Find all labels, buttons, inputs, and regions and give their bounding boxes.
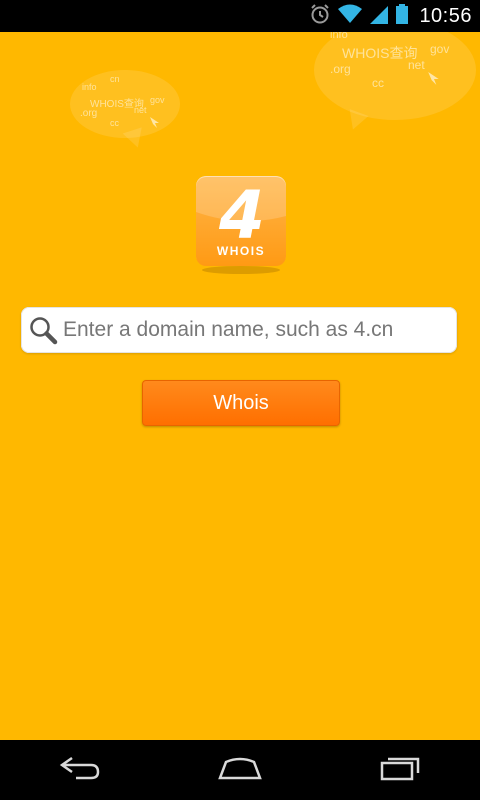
decor-word: .org [330, 62, 351, 76]
battery-icon [395, 3, 409, 30]
logo-shadow [202, 266, 280, 274]
home-button[interactable] [195, 740, 285, 800]
search-icon [25, 307, 61, 353]
app-logo: 4 WHOIS [196, 176, 286, 274]
decor-word: gov [150, 95, 165, 105]
search-box[interactable] [21, 307, 457, 353]
back-button[interactable] [35, 740, 125, 800]
decor-word: cn [110, 74, 120, 84]
signal-icon [369, 3, 389, 30]
cursor-arrow-icon [428, 72, 440, 91]
wifi-icon [337, 3, 363, 30]
decor-word: net [134, 105, 147, 115]
decor-word: .org [80, 108, 98, 119]
app-content: info cn WHOIS查询 gov .org net cc info WHO… [0, 32, 480, 740]
decor-word: info [82, 82, 97, 92]
decor-word: gov [430, 42, 450, 56]
decor-word: cc [372, 76, 384, 90]
decor-word: net [408, 58, 425, 72]
logo-label: WHOIS [216, 244, 266, 258]
alarm-icon [309, 3, 331, 30]
back-icon [58, 755, 102, 786]
whois-button[interactable]: Whois [142, 380, 340, 426]
decor-word: info [330, 32, 348, 41]
status-time: 10:56 [419, 4, 472, 27]
home-icon [216, 756, 264, 785]
status-bar: 10:56 [0, 0, 480, 32]
decor-word: cc [110, 118, 119, 128]
domain-search-input[interactable] [61, 310, 457, 350]
navigation-bar [0, 740, 480, 800]
decor-word: WHOIS查询 [342, 45, 418, 61]
recent-apps-icon [378, 755, 422, 786]
logo-tile: 4 WHOIS [196, 176, 286, 266]
cursor-arrow-icon [150, 116, 160, 134]
logo-numeral: 4 [218, 177, 265, 254]
recent-apps-button[interactable] [355, 740, 445, 800]
status-icons: 10:56 [309, 0, 472, 32]
